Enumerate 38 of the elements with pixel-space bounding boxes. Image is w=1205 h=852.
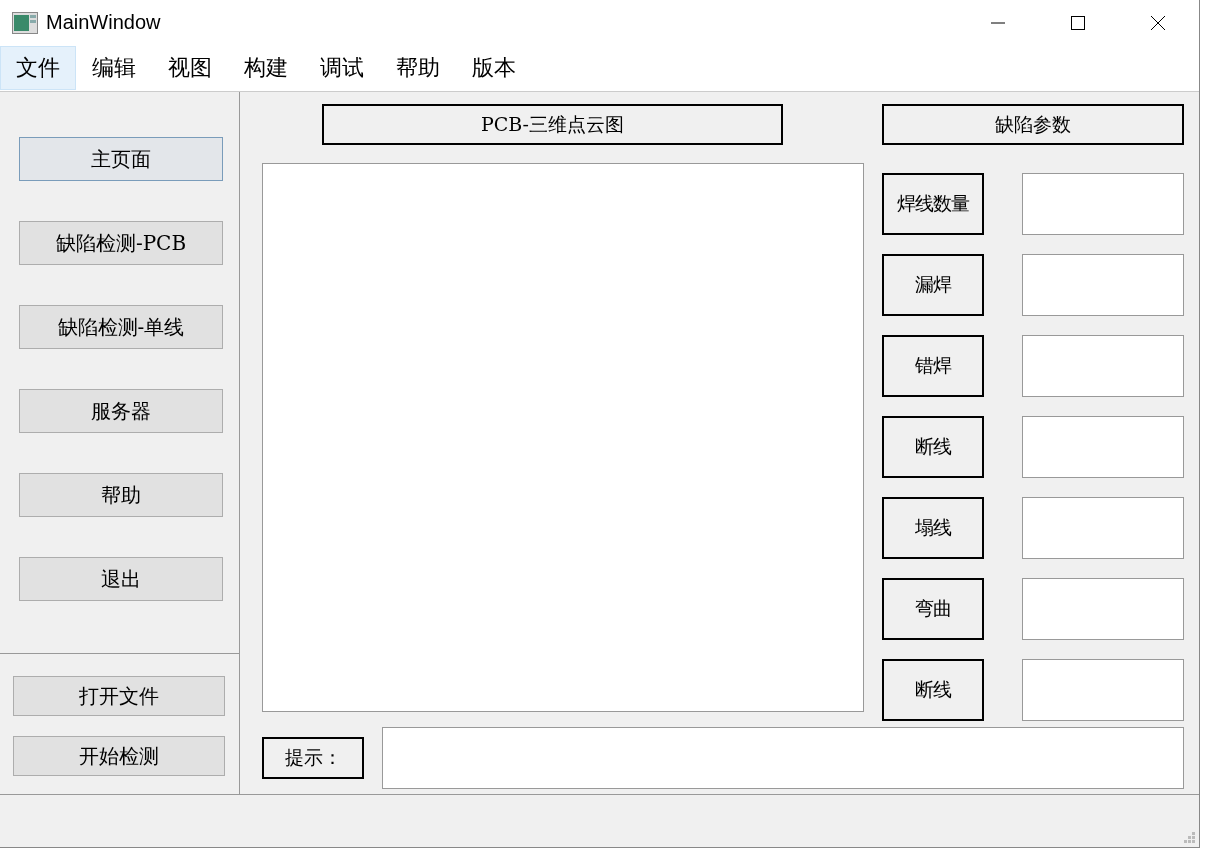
param-label: 错焊 <box>882 335 984 397</box>
plot-title: PCB-三维点云图 <box>322 104 783 145</box>
menu-item[interactable]: 视图 <box>152 46 228 90</box>
menu-item[interactable]: 构建 <box>228 46 304 90</box>
menu-item[interactable]: 调试 <box>304 46 380 90</box>
param-field[interactable] <box>1022 659 1184 721</box>
action-button[interactable]: 开始检测 <box>13 736 225 776</box>
param-field[interactable] <box>1022 497 1184 559</box>
param-field[interactable] <box>1022 335 1184 397</box>
hint-label: 提示： <box>262 737 364 779</box>
param-label: 焊线数量 <box>882 173 984 235</box>
app-icon <box>12 11 38 34</box>
param-field[interactable] <box>1022 173 1184 235</box>
menu-item[interactable]: 帮助 <box>380 46 456 90</box>
resize-grip-icon[interactable] <box>1184 832 1196 844</box>
sidebar-button[interactable]: 退出 <box>19 557 223 601</box>
menu-item[interactable]: 文件 <box>0 46 76 90</box>
param-field[interactable] <box>1022 254 1184 316</box>
sidebar-button[interactable]: 缺陷检测-单线 <box>19 305 223 349</box>
params-title: 缺陷参数 <box>882 104 1184 145</box>
param-label: 漏焊 <box>882 254 984 316</box>
param-field[interactable] <box>1022 416 1184 478</box>
param-field[interactable] <box>1022 578 1184 640</box>
param-label: 弯曲 <box>882 578 984 640</box>
param-label: 断线 <box>882 416 984 478</box>
close-icon[interactable] <box>1151 15 1165 30</box>
maximize-icon[interactable] <box>1071 15 1085 30</box>
menu-item[interactable]: 版本 <box>456 46 532 90</box>
action-button[interactable]: 打开文件 <box>13 676 225 716</box>
hint-field[interactable] <box>382 727 1184 789</box>
param-label: 塌线 <box>882 497 984 559</box>
sidebar-button[interactable]: 服务器 <box>19 389 223 433</box>
sidebar-button[interactable]: 缺陷检测-PCB <box>19 221 223 265</box>
window-title: MainWindow <box>46 11 161 34</box>
menu-item[interactable]: 编辑 <box>76 46 152 90</box>
sidebar-button[interactable]: 主页面 <box>19 137 223 181</box>
param-label: 断线 <box>882 659 984 721</box>
sidebar-button[interactable]: 帮助 <box>19 473 223 517</box>
